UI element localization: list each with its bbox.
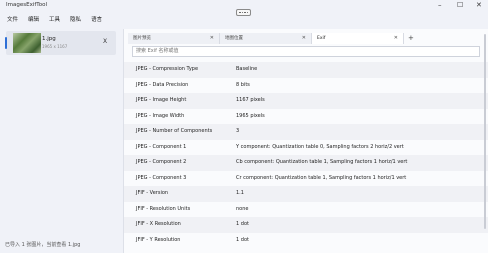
selection-indicator <box>5 37 7 49</box>
add-tab-button[interactable]: + <box>408 33 414 44</box>
file-dimensions: 1965 x 1167 <box>42 44 68 49</box>
exif-value: Y component: Quantization table 0, Sampl… <box>236 143 404 150</box>
exif-value: Baseline <box>236 66 258 72</box>
table-row: JPEG - Compression Type Baseline <box>124 62 488 78</box>
close-button[interactable]: ✕ <box>476 1 482 10</box>
close-icon[interactable]: ✕ <box>210 33 214 44</box>
exif-key: JPEG - Component 2 <box>136 159 187 165</box>
exif-value: Cb component: Quantization table 1, Samp… <box>236 159 408 165</box>
remove-file-button[interactable]: X <box>103 38 107 45</box>
exif-value: 1.1 <box>236 190 244 196</box>
table-row: JFIF - Y Resolution 1 dot <box>124 233 488 249</box>
app-title: ImagesExifTool <box>6 2 47 8</box>
exif-key: JFIF - Y Resolution <box>136 236 181 243</box>
exif-value: 1 dot <box>236 236 249 243</box>
exif-value: 1167 pixels <box>236 97 265 103</box>
tab-label: 地图位置 <box>225 36 243 41</box>
main-panel: 图片预览 ✕ 地图位置 ✕ Exif ✕ + 搜索 Exif 名称或值 JPEG… <box>123 29 488 253</box>
close-icon[interactable]: ✕ <box>394 33 398 44</box>
exif-value: none <box>236 205 249 212</box>
status-text: 已导入 1 张图片，当前查看 1.jpg <box>5 242 81 248</box>
tab-label: Exif <box>317 36 326 41</box>
menu-tools[interactable]: 工具 <box>49 14 60 26</box>
more-options-icon[interactable] <box>236 9 251 16</box>
tab-exif[interactable]: Exif ✕ <box>312 33 404 44</box>
table-row: JFIF - Version 1.1 <box>124 186 488 202</box>
table-row: JPEG - Number of Components 3 <box>124 124 488 140</box>
app-window: ImagesExifTool – ☐ ✕ 文件 编辑 工具 隐私 语言 1.jp… <box>0 0 488 253</box>
table-row: JPEG - Data Precision 8 bits <box>124 78 488 94</box>
exif-key: JFIF - Version <box>136 190 169 196</box>
exif-key: JPEG - Image Height <box>136 97 187 103</box>
exif-key: JPEG - Number of Components <box>136 128 213 134</box>
table-row: JPEG - Component 3 Cr component: Quantiza… <box>124 171 488 187</box>
exif-key: JPEG - Component 1 <box>136 143 187 150</box>
title-bar: ImagesExifTool – ☐ ✕ <box>0 0 488 16</box>
exif-key: JFIF - X Resolution <box>136 221 181 227</box>
menu-privacy[interactable]: 隐私 <box>70 14 81 26</box>
image-thumbnail <box>13 33 41 53</box>
exif-value: 1 dot <box>236 221 249 227</box>
exif-key: JPEG - Compression Type <box>136 66 199 72</box>
scrollbar[interactable] <box>484 34 486 229</box>
exif-value: Cr component: Quantization table 1, Samp… <box>236 174 407 181</box>
menu-language[interactable]: 语言 <box>91 14 102 26</box>
exif-key: JFIF - Resolution Units <box>136 205 191 212</box>
menu-file[interactable]: 文件 <box>7 14 18 26</box>
close-icon[interactable]: ✕ <box>302 33 306 44</box>
exif-key: JPEG - Data Precision <box>136 81 189 88</box>
exif-value: 3 <box>236 128 240 134</box>
table-row: JPEG - Image Height 1167 pixels <box>124 93 488 109</box>
file-name: 1.jpg <box>42 36 56 42</box>
table-row: JPEG - Image Width 1965 pixels <box>124 109 488 125</box>
exif-value: 1965 pixels <box>236 112 265 119</box>
search-input[interactable]: 搜索 Exif 名称或值 <box>132 46 480 57</box>
tab-image-preview[interactable]: 图片预览 ✕ <box>128 33 220 44</box>
tab-map-location[interactable]: 地图位置 ✕ <box>220 33 312 44</box>
table-row: JPEG - Component 1 Y component: Quantizat… <box>124 140 488 156</box>
exif-key: JPEG - Image Width <box>136 112 185 119</box>
exif-value: 8 bits <box>236 81 250 88</box>
menu-edit[interactable]: 编辑 <box>28 14 39 26</box>
file-list: 1.jpg 1965 x 1167 X <box>0 28 122 240</box>
tab-bar: 图片预览 ✕ 地图位置 ✕ Exif ✕ + <box>128 33 414 44</box>
menu-bar: 文件 编辑 工具 隐私 语言 <box>0 14 105 26</box>
table-row: JFIF - X Resolution 1 dot <box>124 217 488 233</box>
maximize-button[interactable]: ☐ <box>457 1 463 10</box>
exif-key: JPEG - Component 3 <box>136 174 187 181</box>
tab-label: 图片预览 <box>133 36 151 41</box>
table-row: JFIF - Resolution Units none <box>124 202 488 218</box>
minimize-button[interactable]: – <box>438 1 442 10</box>
file-list-item[interactable]: 1.jpg 1965 x 1167 X <box>5 31 116 55</box>
table-row: JPEG - Component 2 Cb component: Quantiza… <box>124 155 488 171</box>
exif-table: JPEG - Compression Type Baseline JPEG - D… <box>124 62 488 248</box>
